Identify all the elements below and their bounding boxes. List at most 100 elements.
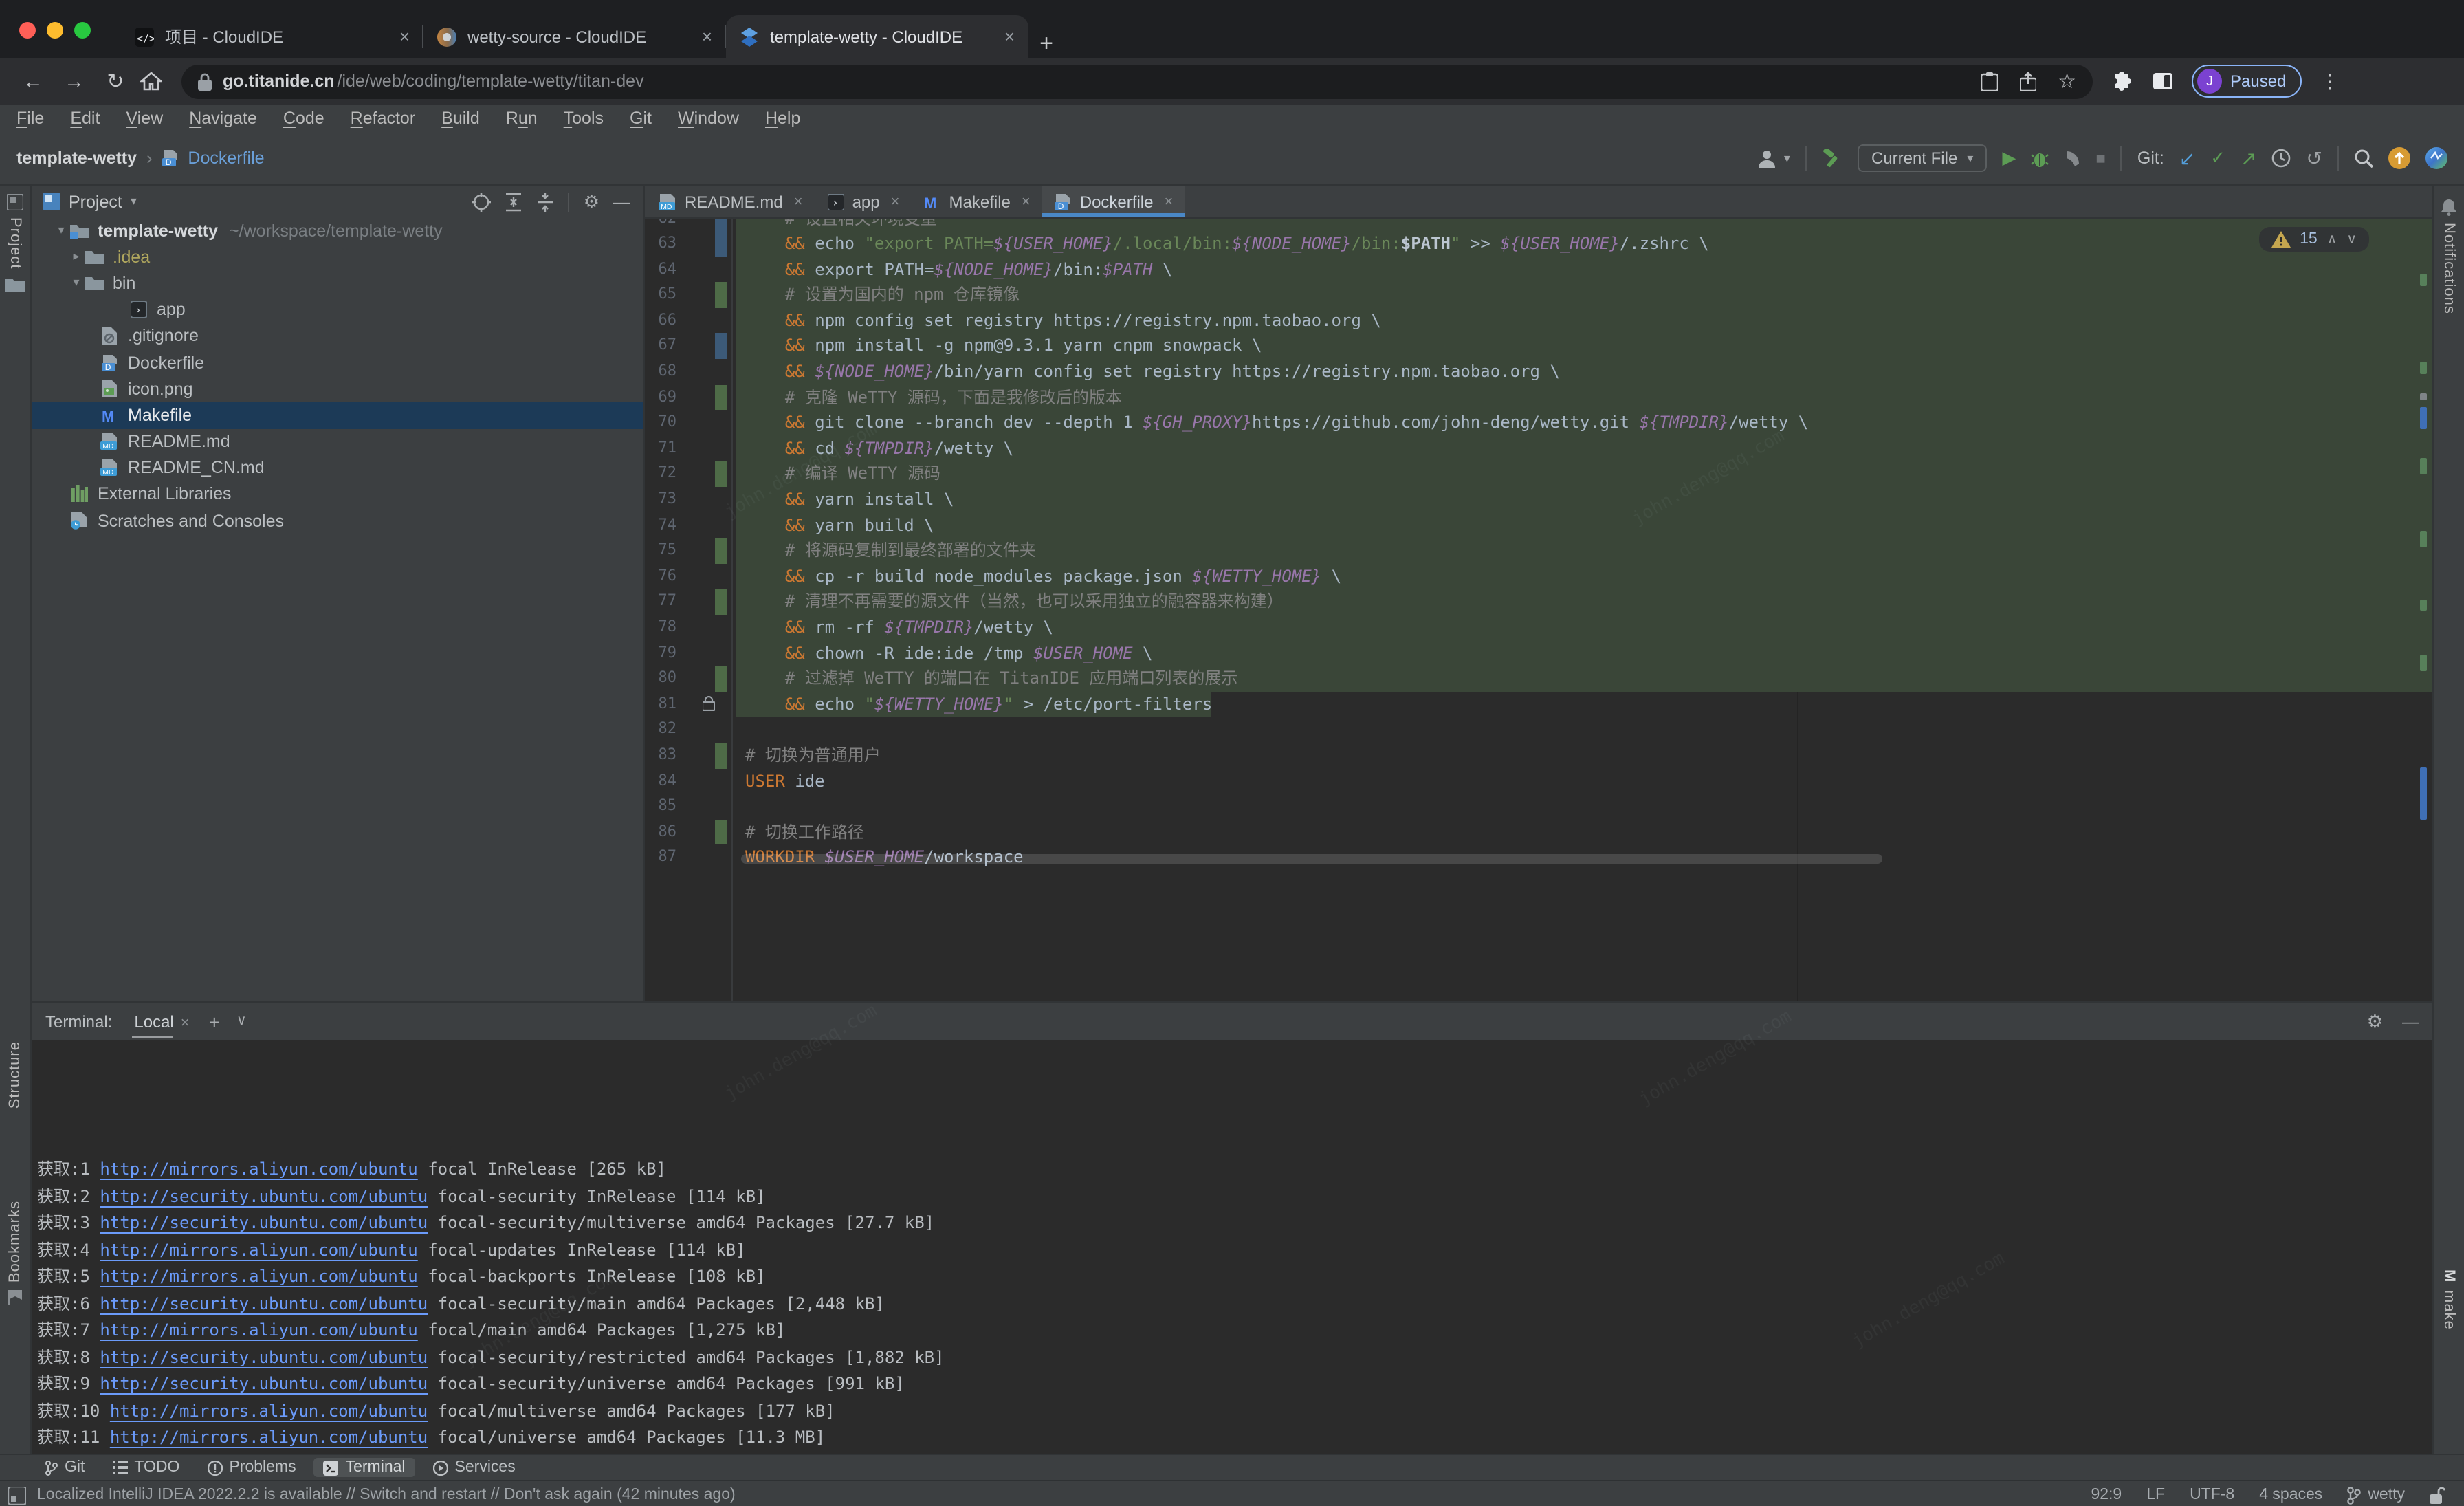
menu-edit[interactable]: Edit bbox=[70, 109, 100, 128]
terminal-link[interactable]: http://mirrors.aliyun.com/ubuntu bbox=[100, 1240, 417, 1259]
close-tab-icon[interactable]: × bbox=[1004, 26, 1015, 47]
side-panel-icon[interactable] bbox=[2153, 73, 2172, 89]
attach-profiler-icon[interactable] bbox=[2064, 149, 2080, 167]
menu-help[interactable]: Help bbox=[765, 109, 800, 128]
breadcrumb-project[interactable]: template-wetty bbox=[16, 149, 137, 168]
terminal-output[interactable]: 获取:1 http://mirrors.aliyun.com/ubuntu fo… bbox=[32, 1040, 2432, 1454]
home-icon[interactable] bbox=[140, 72, 173, 91]
editor-tab-app[interactable]: › app × bbox=[815, 186, 912, 217]
tool-stripe-structure[interactable]: Structure bbox=[0, 1041, 30, 1109]
tool-window-terminal[interactable]: Terminal bbox=[314, 1458, 415, 1477]
close-tab-icon[interactable]: × bbox=[702, 26, 712, 47]
browser-tab-3[interactable]: template-wetty - CloudIDE × bbox=[726, 15, 1028, 58]
code-line-69[interactable]: 69 # 克隆 WeTTY 源码，下面是我修改后的版本 bbox=[645, 384, 2432, 410]
editor-tab-makefile[interactable]: M Makefile × bbox=[912, 186, 1043, 217]
code-line-73[interactable]: 73 && yarn install \ bbox=[645, 487, 2432, 512]
tool-window-todo[interactable]: TODO bbox=[102, 1458, 189, 1477]
run-icon[interactable]: ▶ bbox=[2002, 147, 2016, 169]
breadcrumb-file[interactable]: Dockerfile bbox=[188, 149, 264, 168]
code-line-74[interactable]: 74 && yarn build \ bbox=[645, 512, 2432, 538]
git-update-icon[interactable]: ↙ bbox=[2179, 146, 2195, 170]
share-icon[interactable] bbox=[2019, 72, 2036, 91]
tree-item-makefile[interactable]: M Makefile bbox=[32, 402, 644, 428]
tree-item-app[interactable]: › app bbox=[32, 296, 644, 323]
history-icon[interactable] bbox=[2272, 149, 2291, 168]
tree-item-readme-cn-md[interactable]: MD README_CN.md bbox=[32, 455, 644, 481]
horizontal-scrollbar[interactable] bbox=[741, 854, 1882, 864]
tool-window-problems[interactable]: Problems bbox=[197, 1458, 305, 1477]
close-window-button[interactable] bbox=[19, 22, 36, 39]
tool-stripe-notifications[interactable]: Notifications bbox=[2434, 199, 2464, 314]
tool-stripe-make[interactable]: M make bbox=[2434, 1269, 2464, 1329]
terminal-settings-gear-icon[interactable]: ⚙ bbox=[2367, 1010, 2383, 1032]
project-view-dropdown-icon[interactable]: ▾ bbox=[131, 194, 137, 209]
inspections-widget[interactable]: 15 ∧ ∨ bbox=[2258, 227, 2369, 252]
git-push-icon[interactable]: ↗ bbox=[2241, 146, 2256, 170]
terminal-link[interactable]: http://mirrors.aliyun.com/ubuntu bbox=[100, 1159, 417, 1179]
code-line-71[interactable]: 71 && cd ${TMPDIR}/wetty \ bbox=[645, 436, 2432, 461]
menu-tools[interactable]: Tools bbox=[564, 109, 604, 128]
expand-all-icon[interactable] bbox=[505, 192, 523, 211]
close-editor-tab-icon[interactable]: × bbox=[1164, 193, 1173, 210]
tool-window-services[interactable]: Services bbox=[424, 1458, 525, 1477]
menu-window[interactable]: Window bbox=[678, 109, 739, 128]
git-commit-icon[interactable]: ✓ bbox=[2210, 147, 2225, 169]
run-configuration-select[interactable]: Current File▾ bbox=[1858, 144, 1987, 172]
terminal-link[interactable]: http://mirrors.aliyun.com/ubuntu bbox=[100, 1267, 417, 1286]
indent-setting[interactable]: 4 spaces bbox=[2259, 1487, 2322, 1503]
code-line-81[interactable]: 81 && echo "${WETTY_HOME}" > /etc/port-f… bbox=[645, 692, 2432, 717]
code-line-70[interactable]: 70 && git clone --branch dev --depth 1 $… bbox=[645, 411, 2432, 436]
terminal-link[interactable]: http://security.ubuntu.com/ubuntu bbox=[100, 1347, 428, 1366]
chevron-icon[interactable]: ▾ bbox=[69, 276, 84, 291]
code-line-66[interactable]: 66 && npm config set registry https://re… bbox=[645, 308, 2432, 334]
code-line-84[interactable]: 84USER ide bbox=[645, 768, 2432, 794]
tool-window-switcher-icon[interactable] bbox=[8, 1486, 26, 1504]
git-branch[interactable]: wetty bbox=[2347, 1486, 2405, 1504]
maximize-window-button[interactable] bbox=[74, 22, 91, 39]
menu-view[interactable]: View bbox=[126, 109, 163, 128]
code-line-85[interactable]: 85 bbox=[645, 794, 2432, 819]
status-message[interactable]: Localized IntelliJ IDEA 2022.2.2 is avai… bbox=[37, 1487, 736, 1503]
code-line-68[interactable]: 68 && ${NODE_HOME}/bin/yarn config set r… bbox=[645, 359, 2432, 384]
menu-git[interactable]: Git bbox=[630, 109, 652, 128]
close-tab-icon[interactable]: × bbox=[399, 26, 410, 47]
new-terminal-icon[interactable]: + bbox=[209, 1010, 220, 1032]
menu-navigate[interactable]: Navigate bbox=[189, 109, 257, 128]
editor-tab-dockerfile[interactable]: D Dockerfile × bbox=[1043, 186, 1186, 217]
code-line-64[interactable]: 64 && export PATH=${NODE_HOME}/bin:$PATH… bbox=[645, 257, 2432, 282]
code-line-65[interactable]: 65 # 设置为国内的 npm 仓库镜像 bbox=[645, 283, 2432, 308]
terminal-link[interactable]: http://security.ubuntu.com/ubuntu bbox=[100, 1294, 428, 1313]
stop-icon[interactable]: ■ bbox=[2096, 149, 2106, 168]
code-line-75[interactable]: 75 # 将源码复制到最终部署的文件夹 bbox=[645, 538, 2432, 563]
build-hammer-icon[interactable] bbox=[1822, 149, 1842, 168]
tree-item-scratches-and-consoles[interactable]: Scratches and Consoles bbox=[32, 508, 644, 534]
menu-file[interactable]: File bbox=[16, 109, 44, 128]
browser-tab-1[interactable]: </> 项目 - CloudIDE × bbox=[121, 15, 424, 58]
menu-refactor[interactable]: Refactor bbox=[351, 109, 416, 128]
new-tab-button[interactable]: + bbox=[1028, 30, 1064, 58]
prev-warning-icon[interactable]: ∧ bbox=[2327, 232, 2338, 247]
code-line-63[interactable]: 63 && echo "export PATH=${USER_HOME}/.lo… bbox=[645, 231, 2432, 257]
browser-menu-icon[interactable]: ⋮ bbox=[2320, 69, 2340, 93]
debug-icon[interactable] bbox=[2031, 149, 2049, 167]
code-line-67[interactable]: 67 && npm install -g npm@9.3.1 yarn cnpm… bbox=[645, 334, 2432, 359]
clipboard-icon[interactable] bbox=[1981, 72, 1997, 91]
rollback-icon[interactable]: ↺ bbox=[2307, 146, 2322, 170]
user-icon[interactable] bbox=[1759, 149, 1779, 167]
reload-icon[interactable]: ↻ bbox=[99, 69, 132, 94]
terminal-link[interactable]: http://mirrors.aliyun.com/ubuntu bbox=[100, 1320, 417, 1340]
close-terminal-tab-icon[interactable]: × bbox=[181, 1014, 190, 1031]
terminal-link[interactable]: http://mirrors.aliyun.com/ubuntu bbox=[110, 1428, 428, 1447]
next-warning-icon[interactable]: ∨ bbox=[2346, 232, 2357, 247]
forward-icon[interactable]: → bbox=[58, 69, 91, 93]
close-editor-tab-icon[interactable]: × bbox=[891, 193, 900, 210]
tree-item--idea[interactable]: ▸ .idea bbox=[32, 243, 644, 270]
panel-settings-gear-icon[interactable]: ⚙ bbox=[584, 190, 600, 212]
minimize-window-button[interactable] bbox=[47, 22, 63, 39]
terminal-dropdown-icon[interactable]: ∨ bbox=[236, 1014, 247, 1029]
select-opened-file-icon[interactable] bbox=[472, 192, 492, 211]
update-available-icon[interactable] bbox=[2388, 147, 2410, 169]
chevron-icon[interactable]: ▸ bbox=[69, 250, 84, 265]
editor-body[interactable]: 62 # 设置相关环境变量63 && echo "export PATH=${U… bbox=[645, 219, 2432, 1001]
close-editor-tab-icon[interactable]: × bbox=[794, 193, 803, 210]
